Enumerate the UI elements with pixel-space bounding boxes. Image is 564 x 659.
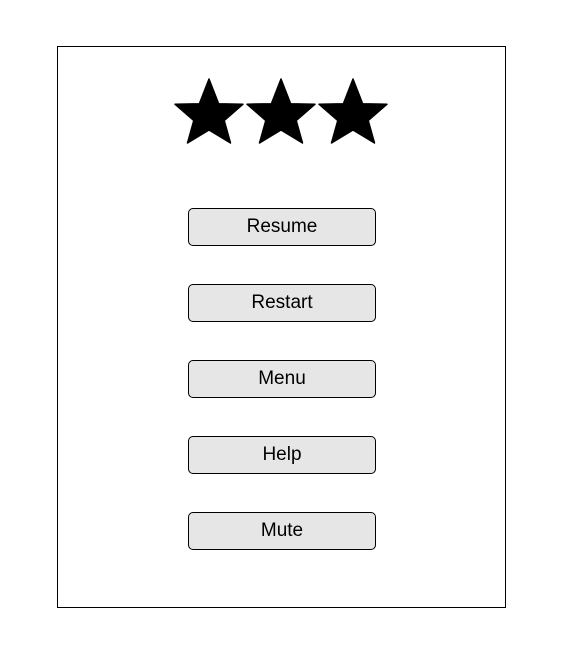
star-rating <box>174 78 388 144</box>
mute-button[interactable]: Mute <box>188 512 376 550</box>
resume-button[interactable]: Resume <box>188 208 376 246</box>
menu-button[interactable]: Menu <box>188 360 376 398</box>
star-icon <box>318 78 388 144</box>
star-icon <box>246 78 316 144</box>
help-button[interactable]: Help <box>188 436 376 474</box>
restart-button[interactable]: Restart <box>188 284 376 322</box>
star-icon <box>174 78 244 144</box>
